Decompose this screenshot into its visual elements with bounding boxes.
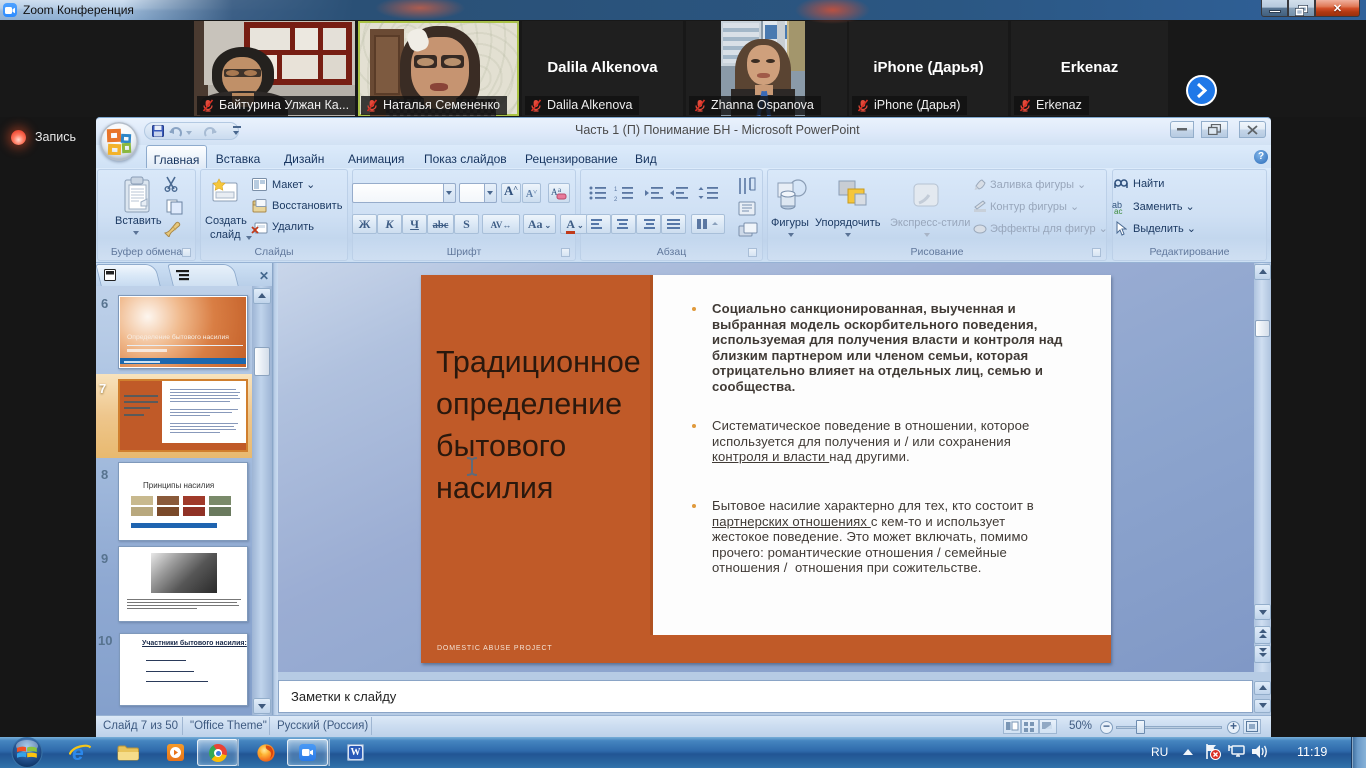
svg-text:1: 1 xyxy=(614,187,618,193)
svg-text:2: 2 xyxy=(614,197,618,203)
svg-text:ac: ac xyxy=(1114,207,1122,214)
svg-text:a: a xyxy=(558,186,562,194)
